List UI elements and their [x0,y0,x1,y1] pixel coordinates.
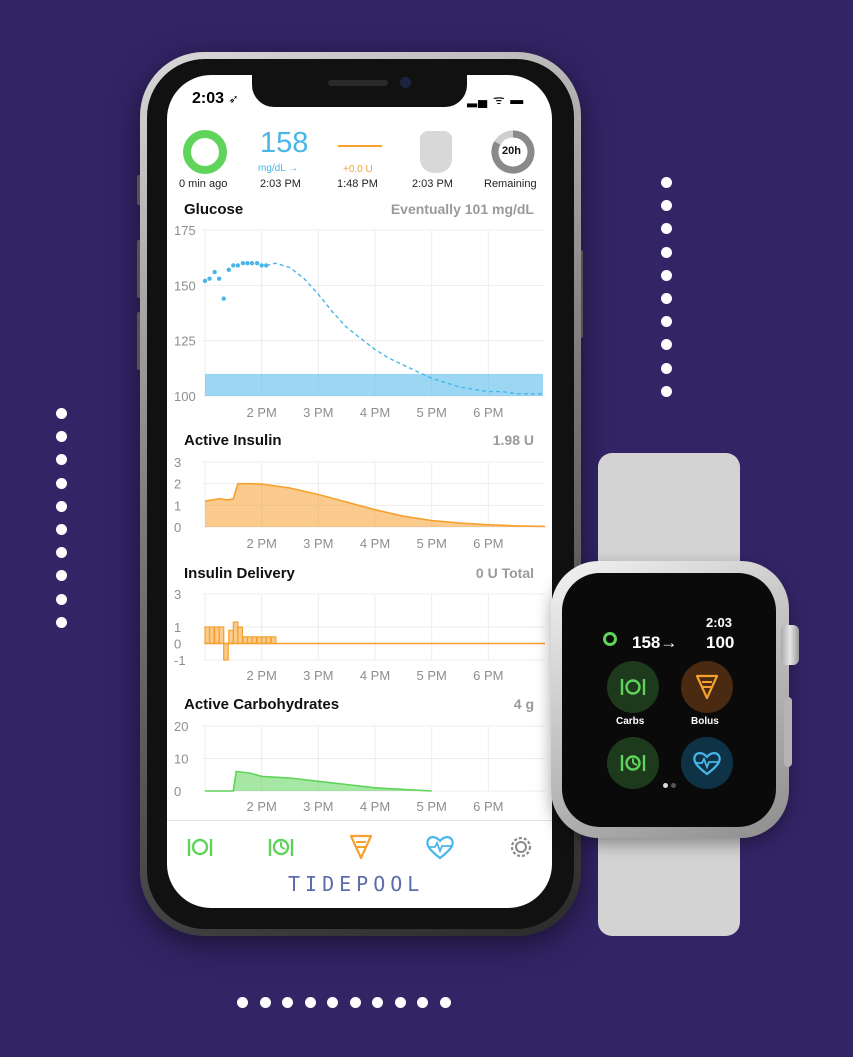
active_carbs-x-tick: 4 PM [360,799,390,814]
bolus-icon[interactable] [348,833,374,861]
watch-predicted: 100 [706,633,735,652]
active_carbs-y-tick: 20 [174,719,188,734]
watch-band-top [598,453,740,571]
insulin_delivery-y-tick: 1 [174,620,181,635]
watch-carbs-button[interactable] [607,661,659,713]
insulin_delivery-x-tick: 4 PM [360,668,390,683]
glucose-x-tick: 2 PM [246,405,276,420]
watch-bolus-label: Bolus [691,716,719,727]
glucose-x-tick: 4 PM [360,405,390,420]
glucose-y-tick: 100 [174,389,196,404]
insulin-delivery-bar [208,626,215,645]
active_carbs-y-tick: 0 [174,784,181,799]
watch-carbs-absorbing-button[interactable] [607,737,659,789]
glucose-reading-point [249,261,255,266]
glucose-reading-point [212,269,217,275]
workout-heart-icon[interactable] [424,833,456,861]
watch-carbs-icon [620,679,646,695]
page-indicator-inactive [671,783,676,788]
glucose-reading-point [226,267,231,273]
insulin-delivery-bar [214,626,220,645]
tabbar-divider [167,820,552,821]
insulin-delivery-bar [251,636,258,645]
glucose-reading-point [259,263,264,268]
glucose-reading-point [207,276,212,281]
insulin_delivery-y-tick: 0 [174,637,181,652]
watch-crown[interactable] [781,625,799,665]
active_insulin-x-tick: 6 PM [473,536,503,551]
active_insulin-y-tick: 1 [174,498,181,513]
glucose-reading-point [245,261,250,266]
insulin_delivery-x-tick: 6 PM [473,668,503,683]
watch-screen [562,573,776,827]
insulin_delivery-y-tick: 3 [174,587,181,602]
tidepool-logo: TIDEPOOL [288,872,425,896]
insulin-delivery-bar [270,636,277,645]
insulin-delivery-bar [261,636,267,645]
glucose-reading-point [221,296,226,301]
insulin_delivery-x-tick: 2 PM [246,668,276,683]
insulin_delivery-y-tick: -1 [174,653,186,668]
watch-carbs-absorbing-icon [620,755,646,771]
settings-icon[interactable] [508,834,534,860]
active_carbs-y-tick: 10 [174,752,188,767]
glucose-y-tick: 150 [174,278,196,293]
watch-heart-icon [693,752,721,776]
watch-carbs-label: Carbs [616,716,645,727]
active_insulin-y-tick: 2 [174,477,181,492]
insulin_delivery-x-tick: 5 PM [416,668,446,683]
insulin-delivery-bar [242,636,249,645]
watch-side-button[interactable] [784,697,792,767]
insulin-delivery-bar [237,626,244,645]
active_carbs-x-tick: 3 PM [303,799,333,814]
insulin-delivery-bar [265,636,272,645]
glucose-target-range [205,373,543,396]
active_insulin-x-tick: 5 PM [416,536,446,551]
glucose-reading-point [231,263,236,268]
glucose-reading-point [240,261,246,266]
glucose-reading-point [235,263,241,268]
glucose-reading-point [216,276,222,281]
insulin-delivery-bar [232,621,239,645]
active_insulin-x-tick: 2 PM [246,536,276,551]
glucose-y-tick: 175 [174,223,196,238]
glucose-y-tick: 125 [174,334,196,349]
active_insulin-y-tick: 3 [174,455,181,470]
active_insulin-y-tick: 0 [174,520,181,535]
watch-status-ring-icon [603,632,617,646]
insulin-delivery-bar [256,636,263,645]
active_carbs-x-tick: 6 PM [473,799,503,814]
insulin-delivery-bar [218,626,225,645]
watch-glucose: 158→ [632,633,678,652]
carbs-icon[interactable] [185,833,215,861]
glucose-x-tick: 3 PM [303,405,333,420]
watch-bolus-icon [695,674,719,700]
active_insulin-x-tick: 4 PM [360,536,390,551]
insulin-delivery-bar [204,626,211,645]
carbs-absorbing-icon[interactable] [266,833,296,861]
insulin_delivery-x-tick: 3 PM [303,668,333,683]
glucose-reading-point [254,261,260,266]
insulin-delivery-bar [246,636,253,645]
active_insulin-x-tick: 3 PM [303,536,333,551]
glucose-reading-point [202,278,208,284]
page-indicator-active [663,783,668,788]
glucose-x-tick: 6 PM [473,405,503,420]
active_carbs-x-tick: 2 PM [246,799,276,814]
insulin-delivery-bar [228,629,234,645]
active_carbs-x-tick: 5 PM [416,799,446,814]
insulin-delivery-bar [223,642,229,661]
watch-bolus-button[interactable] [681,661,733,713]
watch-workout-button[interactable] [681,737,733,789]
watch-band-bottom [598,828,740,936]
glucose-x-tick: 5 PM [416,405,446,420]
watch-time: 2:03 [706,615,733,630]
